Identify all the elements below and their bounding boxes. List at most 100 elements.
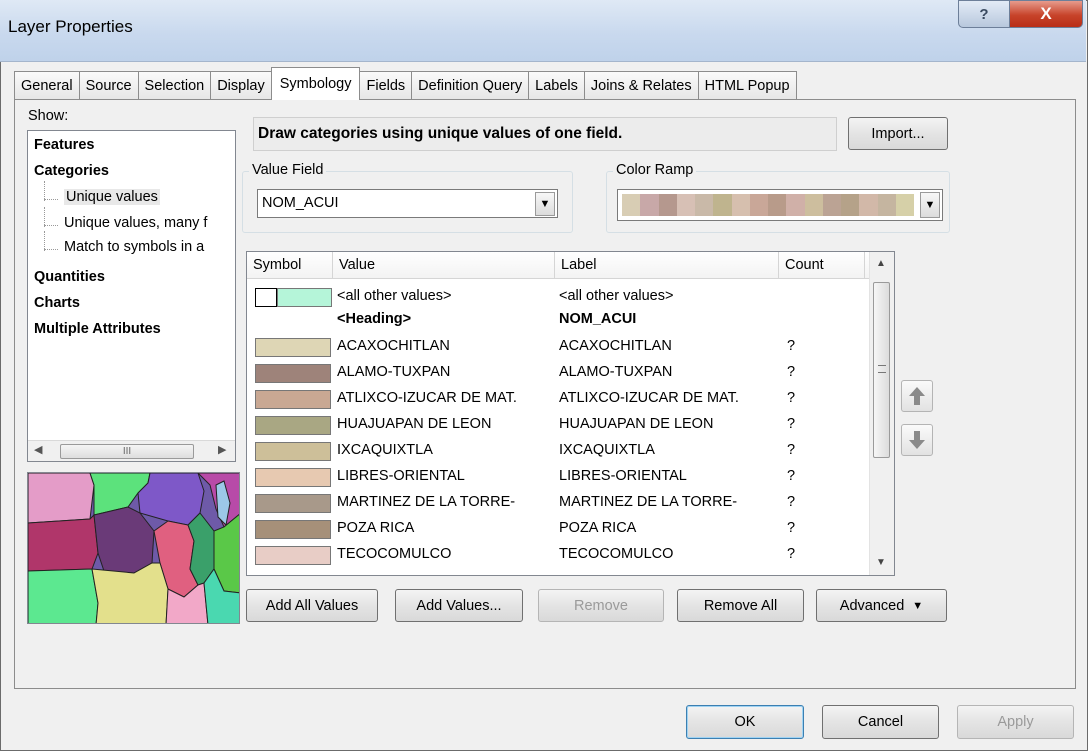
scroll-thumb[interactable] xyxy=(873,282,890,458)
ramp-swatch xyxy=(768,194,787,216)
table-row[interactable]: IXCAQUIXTLA IXCAQUIXTLA ? xyxy=(247,440,869,462)
tab-general[interactable]: General xyxy=(14,71,80,100)
tab-definition-query[interactable]: Definition Query xyxy=(411,71,530,100)
symbol-swatch[interactable] xyxy=(255,442,331,461)
tab-fields[interactable]: Fields xyxy=(359,71,413,100)
tab-source[interactable]: Source xyxy=(78,71,139,100)
column-header-value[interactable]: Value xyxy=(333,252,555,278)
checkbox[interactable] xyxy=(255,288,277,307)
scroll-right-arrow-icon[interactable]: ▶ xyxy=(218,443,226,456)
scroll-up-arrow-icon[interactable]: ▲ xyxy=(876,258,886,269)
description-text: Draw categories using unique values of o… xyxy=(253,117,837,151)
table-row[interactable]: TECOCOMULCO TECOCOMULCO ? xyxy=(247,544,869,566)
move-down-icon[interactable] xyxy=(901,424,933,456)
column-header-count[interactable]: Count xyxy=(779,252,865,278)
ramp-swatch xyxy=(877,194,896,216)
ramp-swatch xyxy=(804,194,823,216)
column-header-symbol[interactable]: Symbol xyxy=(247,252,333,278)
chevron-down-icon[interactable]: ▼ xyxy=(920,192,940,218)
table-row[interactable]: ALAMO-TUXPAN ALAMO-TUXPAN ? xyxy=(247,362,869,384)
row-count: ? xyxy=(787,338,796,354)
column-header-label[interactable]: Label xyxy=(555,252,779,278)
value-field-group: Value Field NOM_ACUI ▼ xyxy=(242,162,573,233)
tab-symbology[interactable]: Symbology xyxy=(270,67,361,100)
symbol-swatch[interactable] xyxy=(255,494,331,513)
row-value: TECOCOMULCO xyxy=(337,546,452,562)
close-button[interactable]: X xyxy=(1009,0,1083,28)
row-label: LIBRES-ORIENTAL xyxy=(559,468,687,484)
grid-vscrollbar[interactable]: ▲ ▼ xyxy=(869,252,894,575)
scroll-thumb[interactable]: III xyxy=(60,444,194,459)
color-ramp-label: Color Ramp xyxy=(613,162,697,178)
table-row-heading[interactable]: <Heading> NOM_ACUI xyxy=(247,309,869,331)
row-value: MARTINEZ DE LA TORRE- xyxy=(337,494,516,510)
table-row-all-other[interactable]: <all other values> <all other values> xyxy=(247,286,869,308)
add-all-values-button[interactable]: Add All Values xyxy=(246,589,378,622)
scroll-down-arrow-icon[interactable]: ▼ xyxy=(876,557,886,568)
tab-joins-relates[interactable]: Joins & Relates xyxy=(583,71,699,100)
ramp-swatch xyxy=(859,194,878,216)
row-value: HUAJUAPAN DE LEON xyxy=(337,416,492,432)
show-tree-hscrollbar[interactable]: ◀ III ▶ xyxy=(28,440,235,461)
add-values-button[interactable]: Add Values... xyxy=(395,589,523,622)
ramp-swatch xyxy=(640,194,659,216)
symbol-swatch[interactable] xyxy=(255,416,331,435)
help-button[interactable]: ? xyxy=(958,0,1010,28)
scroll-left-arrow-icon[interactable]: ◀ xyxy=(34,443,42,456)
table-row[interactable]: ATLIXCO-IZUCAR DE MAT. ATLIXCO-IZUCAR DE… xyxy=(247,388,869,410)
remove-button[interactable]: Remove xyxy=(538,589,664,622)
row-count: ? xyxy=(787,364,796,380)
symbol-grid[interactable]: Symbol Value Label Count <all other valu… xyxy=(246,251,895,576)
apply-button[interactable]: Apply xyxy=(957,705,1074,739)
tree-item-quantities[interactable]: Quantities xyxy=(34,269,105,285)
row-value: ATLIXCO-IZUCAR DE MAT. xyxy=(337,390,517,406)
symbol-swatch[interactable] xyxy=(255,390,331,409)
grip-icon xyxy=(878,365,886,373)
symbol-swatch[interactable] xyxy=(255,546,331,565)
tree-item-multiple-attributes[interactable]: Multiple Attributes xyxy=(34,321,161,337)
tree-item-charts[interactable]: Charts xyxy=(34,295,80,311)
table-row[interactable]: ACAXOCHITLAN ACAXOCHITLAN ? xyxy=(247,336,869,358)
show-tree[interactable]: Features Categories Unique values Unique… xyxy=(27,130,236,462)
table-row[interactable]: POZA RICA POZA RICA ? xyxy=(247,518,869,540)
move-up-icon[interactable] xyxy=(901,380,933,412)
table-row[interactable]: MARTINEZ DE LA TORRE- MARTINEZ DE LA TOR… xyxy=(247,492,869,514)
import-button[interactable]: Import... xyxy=(848,117,948,150)
tree-item-unique-values[interactable]: Unique values xyxy=(44,181,160,205)
tree-item-features[interactable]: Features xyxy=(34,137,94,153)
tree-item-match-to-symbols[interactable]: Match to symbols in a xyxy=(44,231,204,255)
row-label: POZA RICA xyxy=(559,520,637,536)
remove-all-button[interactable]: Remove All xyxy=(677,589,804,622)
grid-header: Symbol Value Label Count xyxy=(247,252,869,279)
cancel-button[interactable]: Cancel xyxy=(822,705,939,739)
advanced-button[interactable]: Advanced ▼ xyxy=(816,589,947,622)
ramp-swatch xyxy=(658,194,677,216)
table-row[interactable]: HUAJUAPAN DE LEON HUAJUAPAN DE LEON ? xyxy=(247,414,869,436)
tree-item-unique-values-many[interactable]: Unique values, many f xyxy=(44,207,207,231)
tree-item-categories[interactable]: Categories xyxy=(34,163,109,179)
tab-display[interactable]: Display xyxy=(210,71,272,100)
row-count: ? xyxy=(787,442,796,458)
row-count: ? xyxy=(787,416,796,432)
value-field-label: Value Field xyxy=(249,162,327,178)
chevron-down-icon[interactable]: ▼ xyxy=(535,192,555,216)
color-ramp-select[interactable]: ▼ xyxy=(617,189,943,221)
ok-button[interactable]: OK xyxy=(686,705,804,739)
value-field-select[interactable]: NOM_ACUI ▼ xyxy=(257,189,558,218)
symbol-swatch[interactable] xyxy=(255,468,331,487)
arrow-up-icon xyxy=(909,387,925,405)
row-count: ? xyxy=(787,546,796,562)
table-row[interactable]: LIBRES-ORIENTAL LIBRES-ORIENTAL ? xyxy=(247,466,869,488)
tab-labels[interactable]: Labels xyxy=(528,71,585,100)
row-value: POZA RICA xyxy=(337,520,415,536)
row-count: ? xyxy=(787,494,796,510)
show-label: Show: xyxy=(28,108,69,124)
tree-item-unique-values-label: Unique values xyxy=(64,189,160,205)
symbol-swatch[interactable] xyxy=(255,520,331,539)
tab-selection[interactable]: Selection xyxy=(137,71,212,100)
tab-html-popup[interactable]: HTML Popup xyxy=(697,71,797,100)
symbol-swatch[interactable] xyxy=(255,364,331,383)
symbol-swatch[interactable] xyxy=(277,288,332,307)
color-ramp-swatches xyxy=(622,194,914,216)
symbol-swatch[interactable] xyxy=(255,338,331,357)
